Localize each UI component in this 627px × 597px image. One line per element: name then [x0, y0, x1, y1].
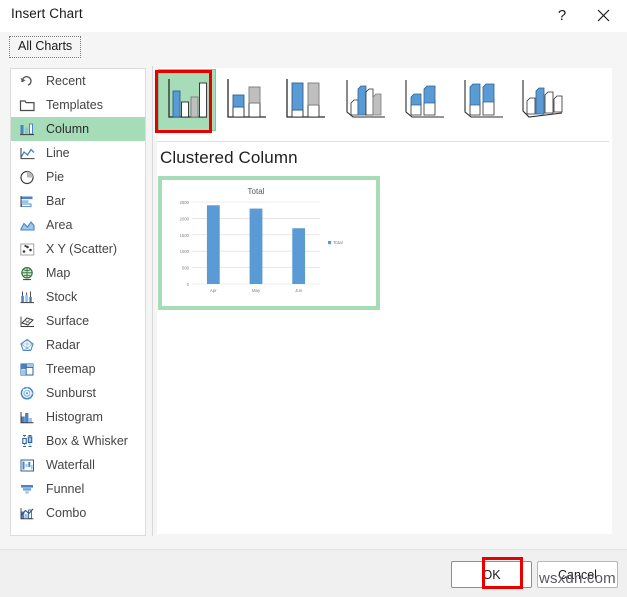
dialog-footer: OK Cancel — [0, 549, 627, 597]
dialog-body: Recent Templates Column Line Pie Bar Are… — [0, 60, 627, 549]
chart-preview-card[interactable]: Total 0 500 1000 1500 2000 2500 Apr May Jun Total — [158, 176, 380, 310]
svg-text:1000: 1000 — [180, 249, 190, 254]
svg-text:Total: Total — [248, 187, 265, 196]
sidebar-item-box-whisker[interactable]: Box & Whisker — [11, 429, 145, 453]
sunburst-icon — [16, 384, 38, 402]
area-icon — [16, 216, 38, 234]
sidebar-item-stock[interactable]: Stock — [11, 285, 145, 309]
svg-text:2500: 2500 — [180, 200, 190, 205]
pie-icon — [16, 168, 38, 186]
sidebar-item-line[interactable]: Line — [11, 141, 145, 165]
chart-subtype-gallery[interactable] — [157, 69, 612, 137]
scatter-icon — [16, 240, 38, 258]
recent-icon — [16, 72, 38, 90]
svg-text:May: May — [252, 288, 261, 293]
svg-text:500: 500 — [182, 266, 190, 271]
funnel-icon — [16, 480, 38, 498]
sidebar-item-scatter[interactable]: X Y (Scatter) — [11, 237, 145, 261]
title-bar: Insert Chart ? — [0, 0, 627, 32]
radar-icon — [16, 336, 38, 354]
sidebar-item-label: Line — [46, 146, 70, 160]
sidebar-item-area[interactable]: Area — [11, 213, 145, 237]
svg-text:1500: 1500 — [180, 233, 190, 238]
sidebar-item-map[interactable]: Map — [11, 261, 145, 285]
cancel-button[interactable]: Cancel — [537, 561, 618, 588]
sidebar-item-column[interactable]: Column — [11, 117, 145, 141]
combo-icon — [16, 504, 38, 522]
svg-text:2000: 2000 — [180, 216, 190, 221]
sidebar-item-label: Histogram — [46, 410, 103, 424]
sidebar-item-label: Waterfall — [46, 458, 95, 472]
sidebar-item-waterfall[interactable]: Waterfall — [11, 453, 145, 477]
gallery-separator — [157, 141, 609, 142]
bar-icon — [16, 192, 38, 210]
tab-strip: All Charts — [0, 32, 627, 61]
sidebar-item-sunburst[interactable]: Sunburst — [11, 381, 145, 405]
sidebar-item-label: Radar — [46, 338, 81, 352]
tab-all-charts[interactable]: All Charts — [9, 36, 82, 58]
stock-icon — [16, 288, 38, 306]
sidebar-item-label: Surface — [46, 314, 90, 328]
waterfall-icon — [16, 456, 38, 474]
sidebar-item-label: Templates — [46, 98, 103, 112]
help-icon[interactable]: ? — [547, 2, 577, 29]
sidebar-item-label: Sunburst — [46, 386, 97, 400]
sidebar-item-combo[interactable]: Combo — [11, 501, 145, 525]
templates-icon — [16, 96, 38, 114]
chart-preview-pane: Clustered Column Total 0 500 1000 1500 2000 25… — [157, 68, 612, 534]
window-title: Insert Chart — [11, 6, 83, 21]
panel-divider — [152, 66, 153, 536]
svg-text:Total: Total — [333, 240, 343, 245]
subtype-clustered-column[interactable] — [158, 69, 216, 131]
sidebar-item-label: Column — [46, 122, 90, 136]
sidebar-item-label: Treemap — [46, 362, 96, 376]
subtype-stacked-column[interactable] — [217, 69, 275, 131]
sidebar-item-pie[interactable]: Pie — [11, 165, 145, 189]
surface-icon — [16, 312, 38, 330]
close-icon[interactable] — [588, 2, 618, 29]
sidebar-item-label: Funnel — [46, 482, 85, 496]
subtype-100-stacked-column[interactable] — [276, 69, 334, 131]
subtype-3d-clustered-column[interactable] — [335, 69, 393, 131]
subtype-3d-stacked-column[interactable] — [394, 69, 452, 131]
ok-button[interactable]: OK — [451, 561, 532, 588]
line-icon — [16, 144, 38, 162]
sidebar-item-label: Recent — [46, 74, 86, 88]
treemap-icon — [16, 360, 38, 378]
map-icon — [16, 264, 38, 282]
subtype-3d-100-stacked-column[interactable] — [453, 69, 511, 131]
preview-heading: Clustered Column — [160, 148, 298, 167]
sidebar-item-recent[interactable]: Recent — [11, 69, 145, 93]
box-whisker-icon — [16, 432, 38, 450]
subtype-3d-column[interactable] — [512, 69, 570, 131]
svg-text:Jun: Jun — [295, 288, 303, 293]
sidebar-item-histogram[interactable]: Histogram — [11, 405, 145, 429]
svg-text:0: 0 — [187, 282, 190, 287]
sidebar-item-funnel[interactable]: Funnel — [11, 477, 145, 501]
sidebar-item-label: Area — [46, 218, 73, 232]
sidebar-item-label: Pie — [46, 170, 65, 184]
sidebar-item-label: Combo — [46, 506, 87, 520]
sidebar-item-label: Stock — [46, 290, 78, 304]
svg-text:Apr: Apr — [210, 288, 217, 293]
sidebar-item-bar[interactable]: Bar — [11, 189, 145, 213]
sidebar-item-treemap[interactable]: Treemap — [11, 357, 145, 381]
sidebar-item-label: X Y (Scatter) — [46, 242, 118, 256]
sidebar-item-templates[interactable]: Templates — [11, 93, 145, 117]
column-icon — [16, 120, 38, 138]
preview-chart: Total 0 500 1000 1500 2000 2500 Apr May Jun Total — [180, 187, 343, 293]
sidebar-item-surface[interactable]: Surface — [11, 309, 145, 333]
sidebar-item-label: Map — [46, 266, 71, 280]
sidebar-item-label: Box & Whisker — [46, 434, 128, 448]
sidebar-item-label: Bar — [46, 194, 66, 208]
sidebar-item-radar[interactable]: Radar — [11, 333, 145, 357]
histogram-icon — [16, 408, 38, 426]
chart-type-list[interactable]: Recent Templates Column Line Pie Bar Are… — [10, 68, 146, 536]
